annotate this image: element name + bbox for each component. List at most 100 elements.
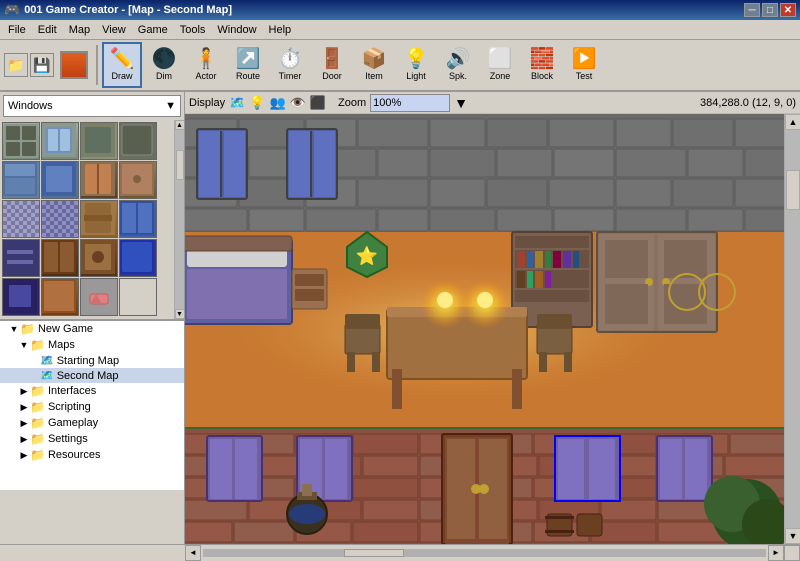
item-icon: 📦 [362, 49, 387, 69]
menu-file[interactable]: File [2, 22, 32, 38]
zoom-dropdown[interactable]: ▼ [454, 95, 468, 111]
tile-15[interactable] [80, 239, 118, 277]
palette-scroll-track [175, 130, 185, 309]
tree-item-new-game[interactable]: ▼ 📁 New Game [0, 321, 184, 337]
minimize-button[interactable]: ─ [744, 3, 760, 17]
display-icon-actors[interactable]: 👥 [269, 95, 285, 111]
tree-item-interfaces[interactable]: ▶ 📁 Interfaces [0, 383, 184, 399]
palette-scrollbar: ▲ ▼ [174, 120, 184, 319]
menu-edit[interactable]: Edit [32, 22, 63, 38]
tree-item-scripting[interactable]: ▶ 📁 Scripting [0, 399, 184, 415]
tile-9[interactable] [2, 200, 40, 238]
tool-timer[interactable]: ⏱️ Timer [270, 42, 310, 88]
panel-dropdown-arrow: ▼ [165, 100, 176, 112]
tile-5[interactable] [2, 161, 40, 199]
tile-14[interactable] [41, 239, 79, 277]
menu-window[interactable]: Window [211, 22, 262, 38]
tile-grid [0, 120, 174, 319]
tool-actor[interactable]: 🧍 Actor [186, 42, 226, 88]
tree-item-resources[interactable]: ▶ 📁 Resources [0, 447, 184, 463]
tree-expand-resources[interactable]: ▶ [18, 450, 30, 461]
tree-panel: ▼ 📁 New Game ▼ 📁 Maps 🗺️ Starting Map 🗺️ [0, 320, 184, 490]
menu-view[interactable]: View [96, 22, 132, 38]
tree-item-settings[interactable]: ▶ 📁 Settings [0, 431, 184, 447]
tree-item-gameplay[interactable]: ▶ 📁 Gameplay [0, 415, 184, 431]
scroll-up-button[interactable]: ▲ [785, 114, 800, 130]
app-icon: 🎮 [4, 2, 20, 18]
scroll-corner [784, 545, 800, 561]
title-bar-controls: ─ □ ✕ [744, 3, 796, 17]
tile-eraser[interactable] [80, 278, 118, 316]
block-icon: 🧱 [530, 49, 555, 69]
tree-item-maps[interactable]: ▼ 📁 Maps [0, 337, 184, 353]
tree-expand-maps[interactable]: ▼ [18, 340, 30, 350]
tile-17[interactable] [2, 278, 40, 316]
display-bar: Display 🗺️ 💡 👥 👁️ ⬛ Zoom ▼ 384,288.0 (12… [185, 92, 800, 114]
tile-7[interactable] [80, 161, 118, 199]
tool-block[interactable]: 🧱 Block [522, 42, 562, 88]
tile-8[interactable] [119, 161, 157, 199]
tile-16[interactable] [119, 239, 157, 277]
tool-test[interactable]: ▶️ Test [564, 42, 604, 88]
quick-icon-1[interactable]: 📁 [4, 53, 28, 77]
tool-item[interactable]: 📦 Item [354, 42, 394, 88]
tool-zone[interactable]: ⬜ Zone [480, 42, 520, 88]
map-canvas[interactable]: ⭐ [185, 114, 784, 544]
scroll-down-button[interactable]: ▼ [785, 528, 800, 544]
menu-help[interactable]: Help [263, 22, 298, 38]
panel-dropdown[interactable]: Windows ▼ [3, 95, 181, 117]
tree-folder-icon-scripting: 📁 [30, 400, 45, 414]
display-icon-grid[interactable]: ⬛ [310, 95, 326, 111]
tile-11[interactable] [80, 200, 118, 238]
tile-18[interactable] [41, 278, 79, 316]
horizontal-scroll-thumb[interactable] [344, 549, 404, 557]
dim-icon: 🌑 [152, 49, 177, 69]
tool-light[interactable]: 💡 Light [396, 42, 436, 88]
tile-1[interactable] [2, 122, 40, 160]
tile-palette: ▲ ▼ [0, 120, 184, 320]
tree-expand-gameplay[interactable]: ▶ [18, 418, 30, 429]
tree-expand-scripting[interactable]: ▶ [18, 402, 30, 413]
tile-4[interactable] [119, 122, 157, 160]
menu-tools[interactable]: Tools [174, 22, 212, 38]
tile-10[interactable] [41, 200, 79, 238]
scroll-left-button[interactable]: ◄ [185, 545, 201, 561]
color-swatch[interactable] [60, 51, 88, 79]
close-button[interactable]: ✕ [780, 3, 796, 17]
map-icon-starting: 🗺️ [40, 354, 54, 367]
title-bar-left: 🎮 001 Game Creator - [Map - Second Map] [4, 2, 232, 18]
palette-scroll-down[interactable]: ▼ [175, 309, 185, 319]
quick-icon-2[interactable]: 💾 [30, 53, 54, 77]
tree-expand-interfaces[interactable]: ▶ [18, 386, 30, 397]
tool-dim[interactable]: 🌑 Dim [144, 42, 184, 88]
display-icon-view[interactable]: 👁️ [290, 95, 306, 111]
tree-folder-icon-interfaces: 📁 [30, 384, 45, 398]
palette-scroll-thumb[interactable] [176, 150, 184, 180]
tree-expand-settings[interactable]: ▶ [18, 434, 30, 445]
zone-icon: ⬜ [488, 49, 513, 69]
palette-scroll-up[interactable]: ▲ [175, 120, 185, 130]
tile-empty[interactable] [119, 278, 157, 316]
tree-item-second-map[interactable]: 🗺️ Second Map [0, 368, 184, 383]
tile-3[interactable] [80, 122, 118, 160]
tree-folder-icon-new-game: 📁 [20, 322, 35, 336]
menu-map[interactable]: Map [63, 22, 96, 38]
tile-13[interactable] [2, 239, 40, 277]
scroll-right-button[interactable]: ► [768, 545, 784, 561]
tool-door[interactable]: 🚪 Door [312, 42, 352, 88]
scroll-thumb[interactable] [786, 170, 800, 210]
tree-item-starting-map[interactable]: 🗺️ Starting Map [0, 353, 184, 368]
maximize-button[interactable]: □ [762, 3, 778, 17]
menu-game[interactable]: Game [132, 22, 174, 38]
display-icon-light[interactable]: 💡 [249, 95, 265, 111]
zoom-input[interactable] [370, 94, 450, 112]
display-icon-map[interactable]: 🗺️ [229, 95, 245, 111]
light-icon: 💡 [404, 49, 429, 69]
tile-12[interactable] [119, 200, 157, 238]
tile-6[interactable] [41, 161, 79, 199]
tree-expand-new-game[interactable]: ▼ [8, 324, 20, 334]
tool-draw[interactable]: ✏️ Draw [102, 42, 142, 88]
tool-spk[interactable]: 🔊 Spk. [438, 42, 478, 88]
tool-route[interactable]: ↗️ Route [228, 42, 268, 88]
tile-2[interactable] [41, 122, 79, 160]
